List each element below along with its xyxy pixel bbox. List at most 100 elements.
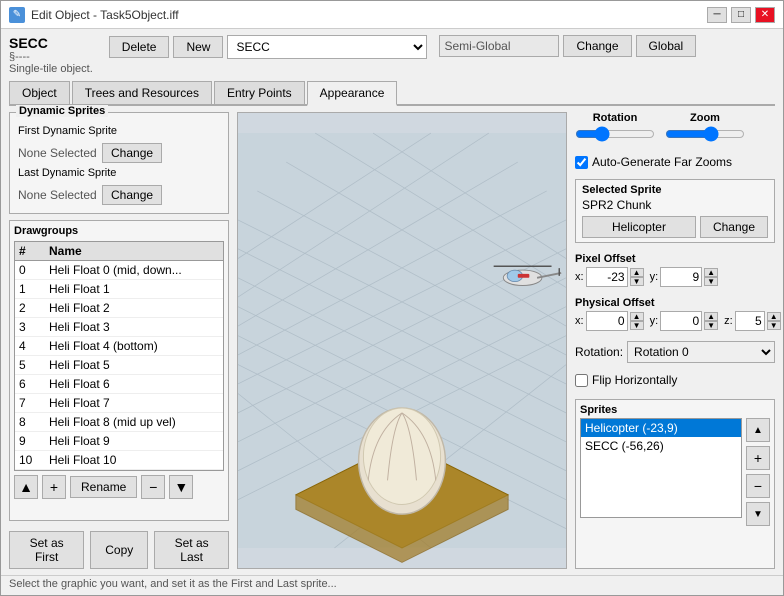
pixel-x-input[interactable] — [586, 267, 628, 287]
zoom-slider[interactable] — [665, 126, 745, 142]
table-row[interactable]: 9 Heli Float 9 — [15, 432, 223, 451]
phys-y-up[interactable]: ▲ — [704, 312, 718, 321]
rotation-select[interactable]: Rotation 0 — [627, 341, 775, 363]
maximize-button[interactable]: □ — [731, 7, 751, 23]
physical-offset-section: Physical Offset x: ▲ ▼ y: — [575, 297, 775, 331]
sprites-remove-button[interactable]: − — [746, 474, 770, 498]
drawgroups-table[interactable]: # Name 0 Heli Float 0 (mid, down... 1 He… — [14, 241, 224, 471]
rotation-slider-track[interactable] — [575, 126, 655, 145]
pixel-y-label: y: — [650, 271, 659, 283]
phys-z-field: z: ▲ ▼ — [724, 311, 781, 331]
table-row[interactable]: 6 Heli Float 6 — [15, 375, 223, 394]
right-panel: Rotation Zoom Auto-Gener — [575, 112, 775, 569]
phys-z-down[interactable]: ▼ — [767, 321, 781, 330]
sprites-add-button[interactable]: + — [746, 446, 770, 470]
minimize-button[interactable]: ─ — [707, 7, 727, 23]
tab-object[interactable]: Object — [9, 81, 70, 104]
sprites-list-box: Sprites Helicopter (-23,9) SECC (-56,26)… — [575, 399, 775, 569]
tab-entry-points[interactable]: Entry Points — [214, 81, 305, 104]
rotation-slider-group: Rotation — [575, 112, 655, 145]
rotation-field-label: Rotation: — [575, 345, 623, 359]
table-row[interactable]: 4 Heli Float 4 (bottom) — [15, 337, 223, 356]
table-row[interactable]: 2 Heli Float 2 — [15, 299, 223, 318]
zoom-slider-track[interactable] — [665, 126, 745, 145]
pixel-x-down[interactable]: ▼ — [630, 277, 644, 286]
set-as-last-button[interactable]: Set as Last — [154, 531, 229, 569]
phys-z-up[interactable]: ▲ — [767, 312, 781, 321]
col-num-header: # — [19, 244, 49, 258]
table-row[interactable]: 0 Heli Float 0 (mid, down... — [15, 261, 223, 280]
semi-global-input[interactable] — [439, 35, 559, 57]
phys-y-spin: ▲ ▼ — [704, 312, 718, 330]
phys-z-label: z: — [724, 315, 733, 327]
first-sprite-change-btn[interactable]: Change — [102, 143, 162, 163]
physical-offset-fields: x: ▲ ▼ y: ▲ ▼ — [575, 311, 775, 331]
sprites-list[interactable]: Helicopter (-23,9) SECC (-56,26) — [580, 418, 742, 518]
sprite-item[interactable]: Helicopter (-23,9) — [581, 419, 741, 437]
last-sprite-value: None Selected — [18, 188, 98, 202]
table-row[interactable]: 3 Heli Float 3 — [15, 318, 223, 337]
content-area: SECC §---- Single-tile object. Delete Ne… — [1, 29, 783, 575]
set-as-first-button[interactable]: Set as First — [9, 531, 84, 569]
move-up-button[interactable]: ▲ — [14, 475, 38, 499]
object-sub2: Single-tile object. — [9, 63, 93, 75]
tab-trees-resources[interactable]: Trees and Resources — [72, 81, 212, 104]
phys-y-input[interactable] — [660, 311, 702, 331]
flip-row: Flip Horizontally — [575, 373, 775, 387]
rotation-select-row: Rotation: Rotation 0 — [575, 341, 775, 363]
rotation-slider[interactable] — [575, 126, 655, 142]
table-row[interactable]: 7 Heli Float 7 — [15, 394, 223, 413]
phys-x-down[interactable]: ▼ — [630, 321, 644, 330]
copy-button[interactable]: Copy — [90, 531, 148, 569]
rename-button[interactable]: Rename — [70, 476, 137, 498]
pixel-y-up[interactable]: ▲ — [704, 268, 718, 277]
first-sprite-value: None Selected — [18, 146, 98, 160]
canvas-panel: ↖ — [237, 112, 567, 569]
flip-checkbox[interactable] — [575, 374, 588, 387]
phys-x-label: x: — [575, 315, 584, 327]
sprite-change-button[interactable]: Change — [700, 216, 768, 238]
status-text: Select the graphic you want, and set it … — [9, 578, 337, 590]
table-row[interactable]: 5 Heli Float 5 — [15, 356, 223, 375]
new-button[interactable]: New — [173, 36, 223, 58]
table-row[interactable]: 8 Heli Float 8 (mid up vel) — [15, 413, 223, 432]
pixel-y-down[interactable]: ▼ — [704, 277, 718, 286]
scope-row: Change Global — [439, 35, 696, 57]
sprite-chunk-name: SPR2 Chunk — [582, 198, 768, 212]
sprites-up-button[interactable]: ▲ — [746, 418, 770, 442]
phys-x-input[interactable] — [586, 311, 628, 331]
tab-appearance[interactable]: Appearance — [307, 81, 398, 106]
main-window: ✎ Edit Object - Task5Object.iff ─ □ ✕ SE… — [0, 0, 784, 596]
table-header: # Name — [15, 242, 223, 261]
table-row[interactable]: 10 Heli Float 10 — [15, 451, 223, 470]
col-name-header: Name — [49, 244, 219, 258]
zoom-slider-group: Zoom — [665, 112, 745, 145]
last-sprite-label: Last Dynamic Sprite — [18, 167, 220, 179]
phys-z-input[interactable] — [735, 311, 765, 331]
sprite-name-button[interactable]: Helicopter — [582, 216, 696, 238]
last-sprite-change-btn[interactable]: Change — [102, 185, 162, 205]
phys-y-down[interactable]: ▼ — [704, 321, 718, 330]
zoom-slider-label: Zoom — [690, 112, 720, 124]
title-bar-left: ✎ Edit Object - Task5Object.iff — [9, 7, 179, 23]
change-scope-button[interactable]: Change — [563, 35, 631, 57]
delete-button[interactable]: Delete — [109, 36, 170, 58]
pixel-x-up[interactable]: ▲ — [630, 268, 644, 277]
close-button[interactable]: ✕ — [755, 7, 775, 23]
window-controls: ─ □ ✕ — [707, 7, 775, 23]
table-row[interactable]: 1 Heli Float 1 — [15, 280, 223, 299]
global-button[interactable]: Global — [636, 35, 697, 57]
sprites-down-button[interactable]: ▼ — [746, 502, 770, 526]
move-down-button[interactable]: ▼ — [169, 475, 193, 499]
pixel-y-input[interactable] — [660, 267, 702, 287]
sprite-item[interactable]: SECC (-56,26) — [581, 437, 741, 455]
object-dropdown[interactable]: SECC — [227, 35, 427, 59]
auto-gen-checkbox[interactable] — [575, 156, 588, 169]
phys-x-up[interactable]: ▲ — [630, 312, 644, 321]
row-actions: ▲ + Rename − ▼ — [14, 475, 224, 499]
table-row[interactable]: 11 Heli Float 11 — [15, 470, 223, 471]
add-row-button[interactable]: + — [42, 475, 66, 499]
remove-row-button[interactable]: − — [141, 475, 165, 499]
bottom-buttons: Set as First Copy Set as Last — [9, 531, 229, 569]
physical-offset-label: Physical Offset — [575, 297, 775, 309]
